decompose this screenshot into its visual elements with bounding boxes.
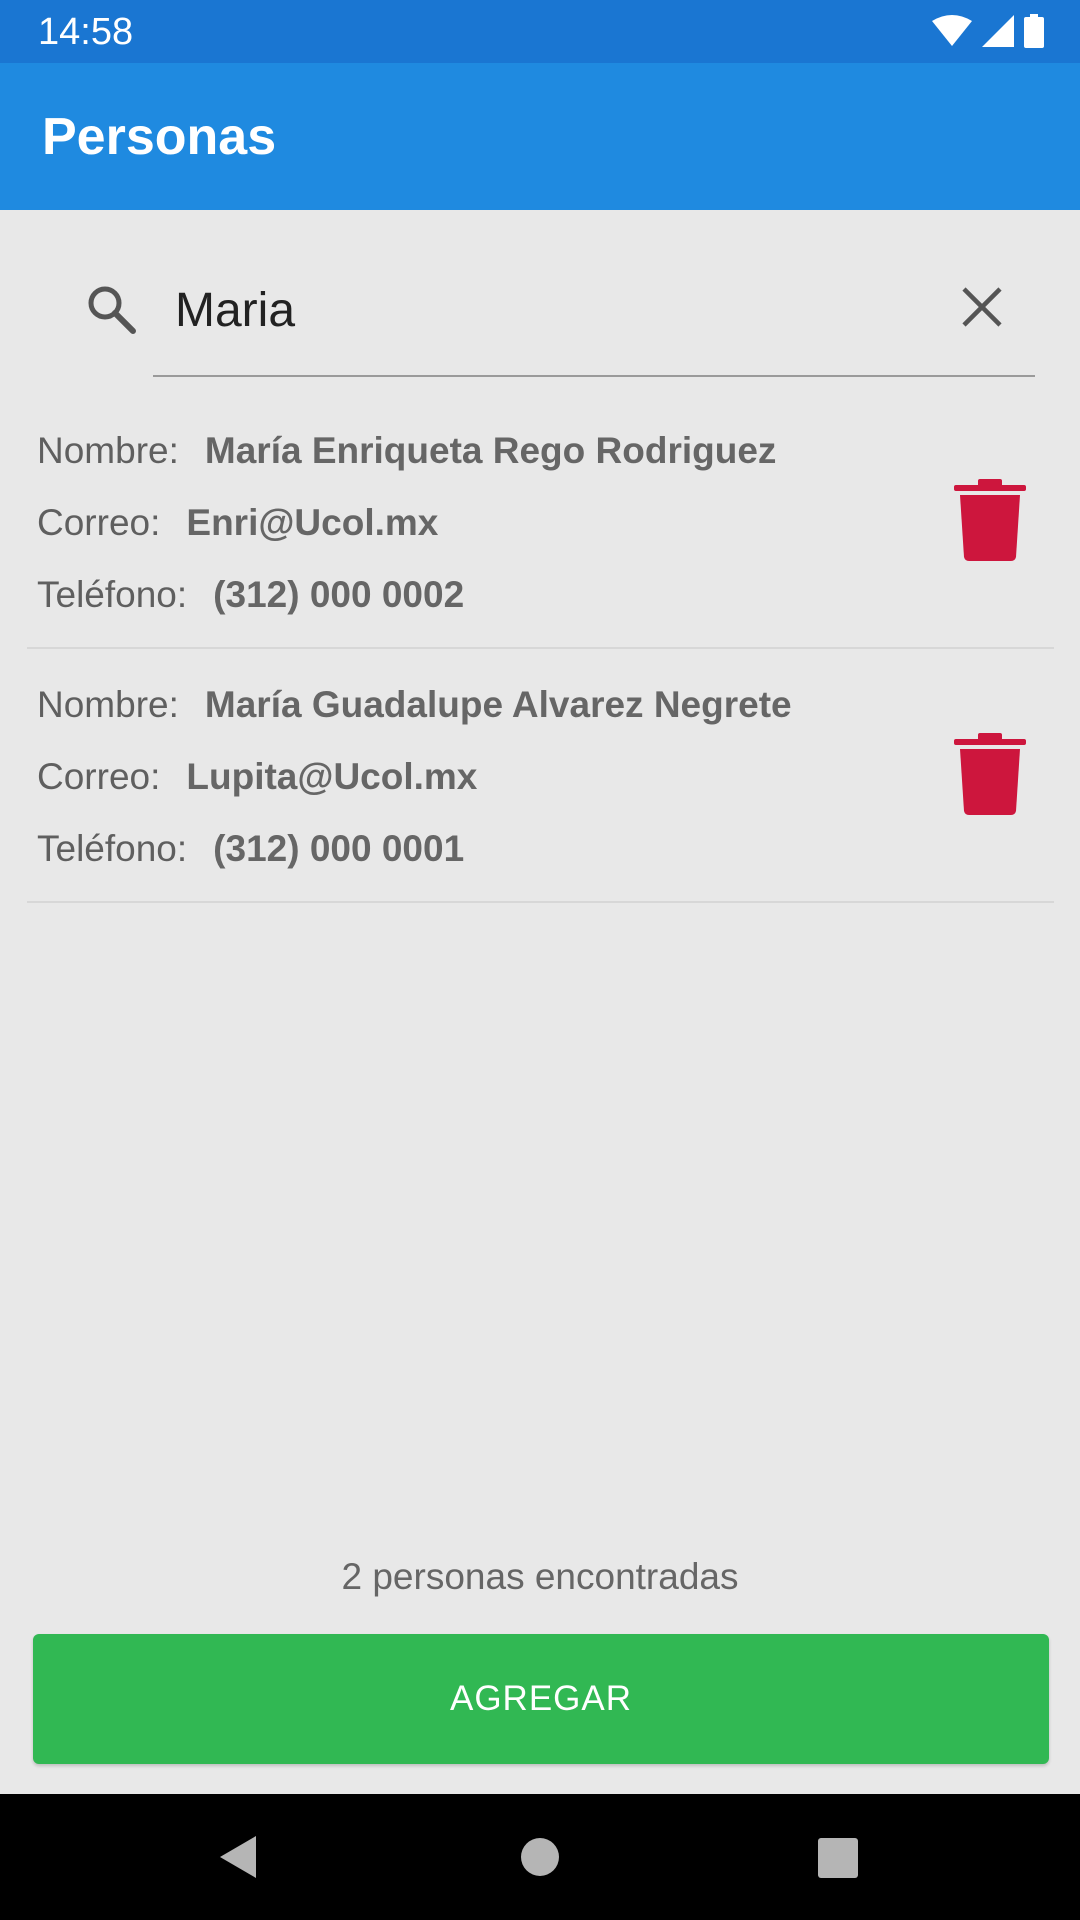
nav-bar xyxy=(0,1794,1080,1920)
telefono-row: Teléfono: (312) 000 0001 xyxy=(37,827,464,871)
telefono-row: Teléfono: (312) 000 0002 xyxy=(37,573,464,617)
telefono-label: Teléfono: xyxy=(37,828,188,869)
nombre-value: María Enriqueta Rego Rodriguez xyxy=(204,430,777,471)
back-icon[interactable] xyxy=(218,1834,258,1880)
home-icon[interactable] xyxy=(521,1838,559,1876)
recents-icon[interactable] xyxy=(818,1838,858,1878)
status-bar: 14:58 xyxy=(0,0,1080,63)
page-title: Personas xyxy=(42,108,277,166)
correo-label: Correo: xyxy=(37,502,161,543)
signal-icon xyxy=(982,15,1014,47)
add-button[interactable]: AGREGAR xyxy=(33,1634,1049,1764)
search-underline xyxy=(153,375,1035,377)
correo-value: Enri@Ucol.mx xyxy=(186,502,439,543)
trash-icon[interactable] xyxy=(954,733,1026,815)
correo-row: Correo: Lupita@Ucol.mx xyxy=(37,755,477,799)
close-icon[interactable] xyxy=(958,283,1006,331)
battery-icon xyxy=(1024,14,1044,48)
app-bar: Personas xyxy=(0,63,1080,210)
trash-icon[interactable] xyxy=(954,479,1026,561)
nombre-row: Nombre: María Enriqueta Rego Rodriguez xyxy=(37,429,776,473)
correo-row: Correo: Enri@Ucol.mx xyxy=(37,501,438,545)
nombre-value: María Guadalupe Alvarez Negrete xyxy=(204,684,792,725)
search-bar xyxy=(0,250,1080,380)
wifi-icon xyxy=(932,15,972,46)
status-icons xyxy=(932,12,1044,50)
status-time: 14:58 xyxy=(38,11,134,53)
nombre-row: Nombre: María Guadalupe Alvarez Negrete xyxy=(37,683,792,727)
result-count: 2 personas encontradas xyxy=(341,1556,739,1597)
search-icon xyxy=(88,286,136,334)
search-input[interactable] xyxy=(175,275,915,345)
list-item[interactable]: Nombre: María Enriqueta Rego Rodriguez Co… xyxy=(0,395,1080,649)
person-list: Nombre: María Enriqueta Rego Rodriguez Co… xyxy=(0,395,1080,903)
telefono-label: Teléfono: xyxy=(37,574,188,615)
telefono-value: (312) 000 0001 xyxy=(213,828,465,869)
nombre-label: Nombre: xyxy=(37,684,179,725)
divider xyxy=(27,901,1054,903)
nombre-label: Nombre: xyxy=(37,430,179,471)
telefono-value: (312) 000 0002 xyxy=(213,574,465,615)
list-item[interactable]: Nombre: María Guadalupe Alvarez Negrete C… xyxy=(0,649,1080,903)
correo-value: Lupita@Ucol.mx xyxy=(186,756,478,797)
correo-label: Correo: xyxy=(37,756,161,797)
